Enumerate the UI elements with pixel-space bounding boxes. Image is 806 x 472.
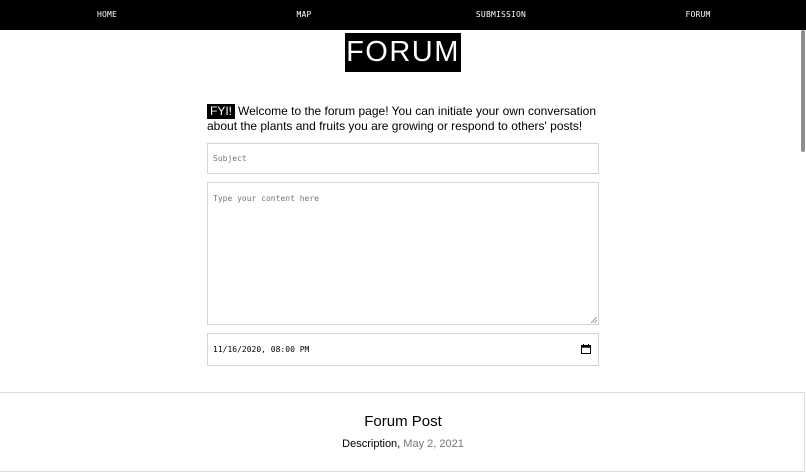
subject-placeholder: Subject: [213, 154, 247, 163]
page-title: FORUM: [345, 33, 461, 72]
datetime-value: 11/16/2020, 08:00 PM: [213, 345, 310, 354]
fyi-badge: FYI!: [207, 104, 236, 119]
post-date: May 2, 2021: [403, 438, 464, 450]
nav-forum[interactable]: FORUM: [685, 0, 710, 30]
forum-post-card: [0, 392, 805, 472]
resize-handle-icon[interactable]: [591, 317, 597, 323]
post-description: Description, May 2, 2021: [0, 438, 806, 450]
nav-map[interactable]: MAP: [296, 0, 311, 30]
page-scrollbar[interactable]: [801, 30, 805, 152]
post-description-label: Description,: [342, 438, 401, 450]
intro-text: FYI! Welcome to the forum page! You can i…: [207, 104, 599, 134]
nav-home[interactable]: HOME: [97, 0, 117, 30]
post-title: Forum Post: [364, 413, 442, 430]
datetime-input[interactable]: 11/16/2020, 08:00 PM: [207, 333, 599, 366]
content-textarea[interactable]: Type your content here: [207, 182, 599, 325]
nav-submission[interactable]: SUBMISSION: [476, 0, 526, 30]
calendar-icon[interactable]: [581, 344, 591, 354]
intro-message: Welcome to the forum page! You can initi…: [207, 104, 597, 133]
content-placeholder: Type your content here: [213, 194, 319, 203]
subject-input[interactable]: Subject: [207, 143, 599, 174]
top-nav: HOME MAP SUBMISSION FORUM: [0, 0, 806, 30]
